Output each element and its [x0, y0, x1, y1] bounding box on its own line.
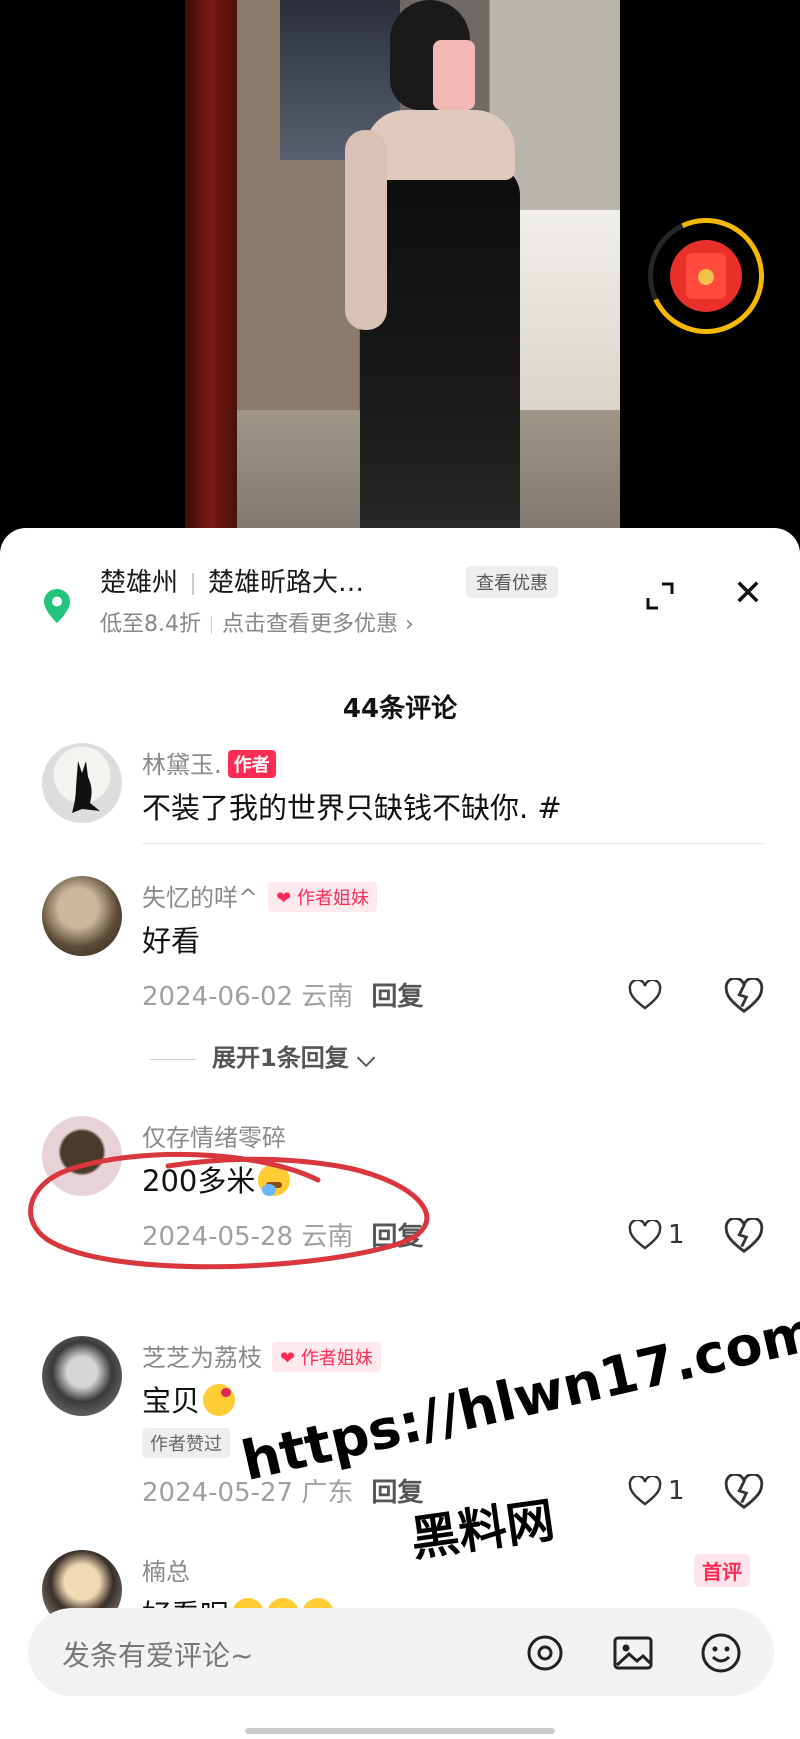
- comments-sheet: 楚雄州 楚雄昕路大… 查看优惠 低至8.4折 点击查看更多优惠 › ✕ 44条评论 …: [0, 528, 800, 1739]
- more-offers-link[interactable]: 点击查看更多优惠 ›: [222, 612, 414, 637]
- like-button[interactable]: 1: [628, 1218, 688, 1252]
- kiss-emoji-icon: [203, 1384, 236, 1416]
- location-subtitle: 低至8.4折 点击查看更多优惠 ›: [100, 606, 414, 638]
- like-count: 1: [668, 1220, 685, 1250]
- video-frame-image: [185, 0, 620, 545]
- comment-region: 云南: [301, 982, 354, 1012]
- reply-button[interactable]: 回复: [371, 982, 423, 1012]
- comment-meta: 2024-05-27 广东 回复: [142, 1472, 423, 1509]
- heart-icon: [628, 1476, 662, 1506]
- comment-meta: 2024-06-02 云南 回复: [142, 976, 423, 1013]
- expand-icon[interactable]: [640, 576, 680, 616]
- comment-input-bar[interactable]: 发条有爱评论~: [28, 1608, 774, 1696]
- heart-icon: [628, 980, 662, 1010]
- broken-heart-icon[interactable]: [724, 978, 764, 1014]
- comment-text: 不装了我的世界只缺钱不缺你. #: [142, 791, 562, 825]
- location-title: 楚雄州 楚雄昕路大…: [100, 562, 364, 599]
- comment-region: 广东: [301, 1478, 354, 1508]
- like-button[interactable]: 1: [628, 1474, 688, 1508]
- comment-username[interactable]: 仅存情绪零碎: [142, 1118, 286, 1153]
- comment-text: 200多米: [142, 1158, 291, 1200]
- comment-count-title: 44条评论: [342, 694, 458, 724]
- avatar[interactable]: [42, 876, 122, 956]
- comment-username[interactable]: 林黛玉. 作者: [142, 745, 276, 780]
- comment-date: 2024-05-27: [142, 1478, 294, 1508]
- broken-heart-icon[interactable]: [724, 1218, 764, 1254]
- first-comment-badge: 首评: [694, 1554, 750, 1587]
- author-sister-tag: ❤ 作者姐妹: [272, 1342, 381, 1372]
- red-packet-button[interactable]: [631, 201, 781, 351]
- drooling-emoji-icon: [258, 1164, 291, 1196]
- avatar[interactable]: [42, 1336, 122, 1416]
- screen: 楚雄州 楚雄昕路大… 查看优惠 低至8.4折 点击查看更多优惠 › ✕ 44条评论 …: [0, 0, 800, 1739]
- broken-heart-icon[interactable]: [724, 1474, 764, 1510]
- like-count: 1: [668, 1476, 685, 1506]
- home-indicator[interactable]: [245, 1728, 555, 1734]
- comment-username[interactable]: 失忆的咩^ ❤ 作者姐妹: [142, 878, 377, 913]
- comment-text: 宝贝: [142, 1378, 236, 1420]
- close-icon[interactable]: ✕: [728, 574, 768, 614]
- red-packet-icon: [670, 240, 742, 312]
- avatar[interactable]: [42, 1116, 122, 1196]
- author-sister-tag: ❤ 作者姐妹: [268, 882, 377, 912]
- emoji-icon[interactable]: [698, 1630, 744, 1676]
- comment-region: 云南: [301, 1222, 354, 1252]
- view-offers-button[interactable]: 查看优惠: [466, 566, 558, 598]
- author-tag: 作者: [227, 750, 276, 778]
- expand-replies-button[interactable]: 展开1条回复 ⌵: [150, 1038, 375, 1073]
- comment-input-placeholder[interactable]: 发条有爱评论~: [62, 1634, 253, 1674]
- image-icon[interactable]: [610, 1630, 656, 1676]
- avatar[interactable]: [42, 743, 122, 823]
- author-liked-badge: 作者赞过: [142, 1428, 230, 1458]
- reply-button[interactable]: 回复: [371, 1222, 423, 1252]
- mention-icon[interactable]: [522, 1630, 568, 1676]
- location-pin-icon: [44, 589, 70, 623]
- comment-date: 2024-06-02: [142, 982, 294, 1012]
- comment-meta: 2024-05-28 云南 回复: [142, 1216, 423, 1253]
- location-place: 楚雄昕路大…: [208, 568, 365, 598]
- location-city: 楚雄州: [100, 568, 179, 598]
- like-button[interactable]: [628, 978, 688, 1012]
- divider: [142, 843, 764, 844]
- reply-button[interactable]: 回复: [371, 1478, 423, 1508]
- comment-text: 好看: [142, 924, 201, 958]
- video-player[interactable]: [0, 0, 800, 545]
- comment-username[interactable]: 芝芝为荔枝 ❤ 作者姐妹: [142, 1338, 381, 1373]
- comment-username[interactable]: 楠总: [142, 1552, 190, 1587]
- comment-date: 2024-05-28: [142, 1222, 294, 1252]
- discount-text: 低至8.4折: [100, 612, 201, 637]
- heart-icon: [628, 1220, 662, 1250]
